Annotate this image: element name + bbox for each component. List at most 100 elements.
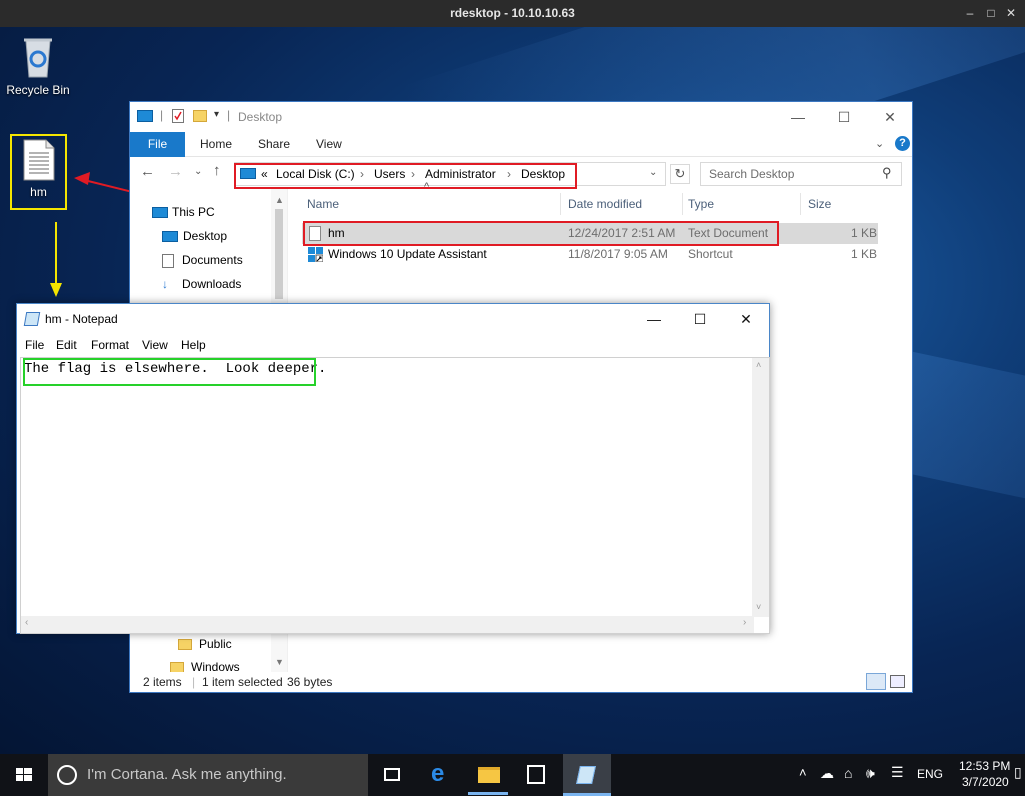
qat-divider: |	[227, 108, 231, 122]
large-icons-view-icon[interactable]	[890, 675, 905, 688]
rdp-minimize-button[interactable]: –	[963, 6, 977, 20]
notepad-app-icon	[23, 312, 41, 326]
refresh-icon[interactable]: ↻	[670, 164, 690, 184]
scroll-down-icon[interactable]: ˅	[756, 602, 761, 612]
help-icon[interactable]: ?	[895, 136, 910, 151]
nav-item-windows[interactable]: Windows	[170, 656, 240, 672]
status-size: 36 bytes	[287, 675, 333, 689]
menu-file[interactable]: File	[25, 334, 44, 356]
scroll-up-icon[interactable]: ˄	[756, 360, 761, 370]
nav-label: Public	[199, 637, 232, 651]
scroll-thumb[interactable]	[275, 209, 283, 299]
red-arrow-head	[74, 172, 90, 185]
cortana-search[interactable]: I'm Cortana. Ask me anything.	[48, 754, 368, 796]
rdp-maximize-button[interactable]: □	[984, 6, 998, 20]
column-header-type[interactable]: Type	[688, 189, 714, 219]
taskbar: I'm Cortana. Ask me anything. e ˄ ☁ ⌂ 🕪 …	[0, 754, 1025, 796]
scroll-up-icon[interactable]: ▲	[275, 195, 284, 205]
shortcut-icon	[308, 247, 324, 263]
column-separator[interactable]	[800, 193, 801, 215]
menu-edit[interactable]: Edit	[56, 334, 77, 356]
file-date: 11/8/2017 9:05 AM	[568, 247, 668, 261]
tab-view[interactable]: View	[302, 132, 356, 157]
qat-dropdown-icon[interactable]: ▾	[214, 109, 219, 120]
menu-help[interactable]: Help	[181, 334, 206, 356]
edge-icon: e	[431, 760, 445, 787]
column-header-date[interactable]: Date modified	[568, 189, 642, 219]
ribbon-expand-icon[interactable]: ⌄	[875, 137, 884, 150]
status-divider: |	[192, 675, 196, 689]
properties-icon[interactable]	[172, 109, 184, 123]
tab-share[interactable]: Share	[244, 132, 304, 157]
volume-icon[interactable]: 🕪	[866, 765, 875, 782]
annotation-content-highlight	[23, 358, 316, 386]
network-icon[interactable]: ⌂	[844, 765, 852, 781]
nav-item-desktop[interactable]: Desktop	[162, 225, 227, 247]
notepad-taskbar-button[interactable]	[563, 754, 611, 796]
notepad-close-button[interactable]: ✕	[723, 304, 769, 334]
notepad-menubar: File Edit Format View Help	[17, 334, 769, 356]
search-icon[interactable]: ⚲	[882, 165, 892, 181]
up-arrow-icon[interactable]: ↑	[213, 162, 221, 179]
nav-item-documents[interactable]: Documents	[162, 249, 243, 271]
scroll-left-icon[interactable]: ‹	[25, 617, 28, 628]
file-row-update-assistant[interactable]: Windows 10 Update Assistant 11/8/2017 9:…	[302, 244, 878, 265]
cortana-icon	[57, 765, 77, 785]
nav-label: This PC	[172, 205, 215, 219]
explorer-maximize-button[interactable]: ☐	[821, 102, 867, 132]
task-view-button[interactable]	[368, 754, 416, 796]
scroll-down-icon[interactable]: ▼	[275, 657, 284, 667]
tab-home[interactable]: Home	[186, 132, 246, 157]
store-icon	[527, 765, 545, 784]
search-input[interactable]: Search Desktop ⚲	[700, 162, 902, 186]
notepad-maximize-button[interactable]: ☐	[677, 304, 723, 334]
language-indicator[interactable]: ENG	[917, 767, 943, 781]
rdp-close-button[interactable]: ✕	[1004, 6, 1018, 20]
nav-label: Documents	[182, 253, 243, 267]
tab-file[interactable]: File	[130, 132, 185, 157]
explorer-titlebar[interactable]: | ▾ | Desktop — ☐ ✕	[130, 102, 912, 132]
tray-overflow-icon[interactable]: ˄	[799, 765, 807, 780]
notifications-icon[interactable]: ▯	[1014, 764, 1022, 781]
details-view-icon[interactable]	[866, 673, 886, 690]
notepad-vertical-scrollbar[interactable]: ˄ ˅	[752, 358, 769, 617]
notepad-window[interactable]: hm - Notepad — ☐ ✕ File Edit Format View…	[16, 303, 770, 634]
address-dropdown-icon[interactable]: ⌄	[649, 167, 657, 178]
new-folder-icon[interactable]	[193, 110, 207, 122]
back-arrow-icon[interactable]: ←	[140, 163, 155, 180]
menu-view[interactable]: View	[142, 334, 168, 356]
folder-icon	[478, 767, 500, 783]
nav-item-this-pc[interactable]: This PC	[152, 201, 215, 223]
explorer-app-icon	[137, 110, 153, 122]
notepad-horizontal-scrollbar[interactable]: ‹ ›	[21, 616, 754, 633]
onedrive-icon[interactable]: ☁	[820, 765, 834, 782]
notepad-minimize-button[interactable]: —	[631, 304, 677, 334]
column-header-name[interactable]: Name	[307, 189, 339, 219]
menu-format[interactable]: Format	[91, 334, 129, 356]
status-selected: 1 item selected	[202, 675, 283, 689]
file-type: Shortcut	[688, 247, 733, 261]
nav-label: Windows	[191, 660, 240, 672]
status-item-count: 2 items	[143, 675, 182, 689]
folder-icon	[170, 662, 184, 672]
start-button[interactable]	[0, 754, 48, 796]
nav-label: Desktop	[183, 229, 228, 243]
file-explorer-button[interactable]	[464, 754, 512, 796]
recent-locations-icon[interactable]: ⌄	[194, 166, 202, 177]
column-header-size[interactable]: Size	[808, 189, 831, 219]
forward-arrow-icon[interactable]: →	[168, 163, 183, 180]
column-separator[interactable]	[682, 193, 683, 215]
edge-button[interactable]: e	[416, 754, 464, 796]
clock-date[interactable]: 3/7/2020	[962, 775, 1009, 789]
clock-time[interactable]: 12:53 PM	[959, 759, 1010, 773]
notepad-text-area[interactable]: The flag is elsewhere. Look deeper. ˄ ˅ …	[20, 357, 770, 634]
column-separator[interactable]	[560, 193, 561, 215]
explorer-close-button[interactable]: ✕	[867, 102, 913, 132]
nav-item-downloads[interactable]: ↓ Downloads	[162, 273, 241, 295]
windows-logo-icon	[16, 768, 32, 781]
store-button[interactable]	[512, 754, 560, 796]
action-center-icon[interactable]: ☰	[891, 764, 904, 781]
explorer-minimize-button[interactable]: —	[775, 102, 821, 132]
scroll-right-icon[interactable]: ›	[743, 617, 746, 628]
nav-item-public[interactable]: Public	[178, 633, 232, 655]
